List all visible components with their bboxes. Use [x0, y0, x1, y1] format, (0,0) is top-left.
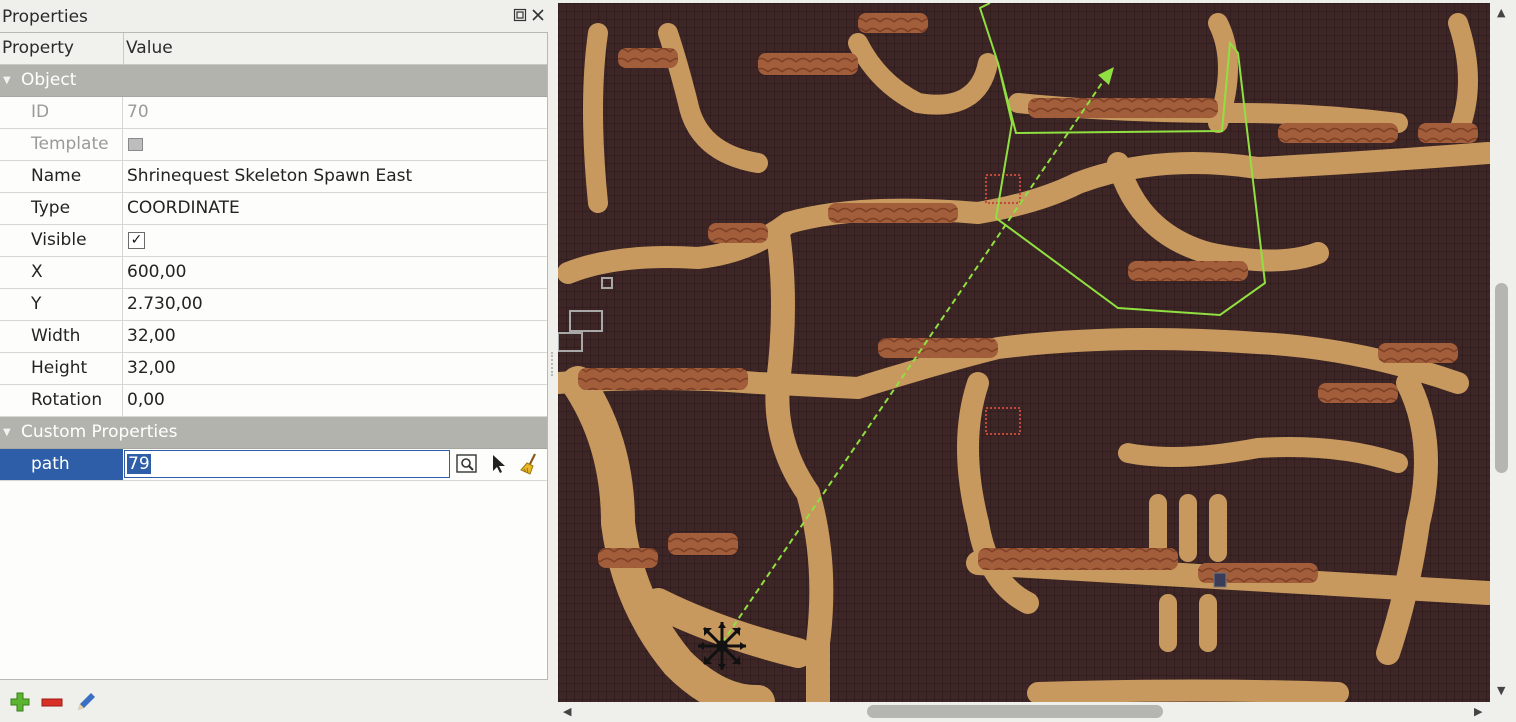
horizontal-scrollbar[interactable]: ◀ ▶ [558, 702, 1490, 722]
group-custom-properties[interactable]: ▼ Custom Properties [0, 417, 547, 449]
row-path[interactable]: path 79 [0, 449, 547, 481]
row-name[interactable]: Name Shrinequest Skeleton Spawn East [0, 161, 547, 193]
group-label: Custom Properties [21, 422, 178, 442]
row-visible[interactable]: Visible ✓ [0, 225, 547, 257]
scroll-left-icon[interactable]: ◀ [563, 706, 571, 718]
property-key: Height [0, 353, 123, 384]
template-icon[interactable] [128, 138, 143, 151]
row-x[interactable]: X 600,00 [0, 257, 547, 289]
add-property-icon[interactable] [8, 691, 32, 713]
close-icon[interactable] [531, 8, 545, 22]
scroll-up-icon[interactable]: ▲ [1497, 7, 1505, 19]
property-key: Rotation [0, 385, 123, 416]
property-value: 70 [127, 102, 149, 122]
property-key: Width [0, 321, 123, 352]
horizontal-scroll-thumb[interactable] [867, 705, 1163, 718]
panel-splitter[interactable] [548, 0, 558, 722]
properties-panel: Properties Property Value ▼ Object ID 70… [0, 0, 548, 722]
header-value[interactable]: Value [124, 33, 173, 64]
visible-checkbox[interactable]: ✓ [128, 232, 145, 249]
table-header: Property Value [0, 33, 547, 65]
panel-title: Properties [2, 7, 88, 27]
object-reference-icon[interactable] [455, 452, 479, 476]
property-key: Name [0, 161, 123, 192]
property-key: Template [0, 129, 123, 160]
property-value[interactable]: 32,00 [124, 353, 547, 384]
property-key: Visible [0, 225, 123, 256]
property-value[interactable]: 2.730,00 [124, 289, 547, 320]
property-value[interactable]: COORDINATE [124, 193, 547, 224]
header-property[interactable]: Property [0, 33, 74, 64]
property-key: ID [0, 97, 123, 128]
arrow-head-icon [1098, 67, 1114, 85]
property-value[interactable]: 32,00 [124, 321, 547, 352]
property-value[interactable]: 0,00 [124, 385, 547, 416]
row-type[interactable]: Type COORDINATE [0, 193, 547, 225]
property-toolbar [0, 682, 548, 722]
row-rotation[interactable]: Rotation 0,00 [0, 385, 547, 417]
vertical-scroll-thumb[interactable] [1495, 283, 1508, 473]
row-y[interactable]: Y 2.730,00 [0, 289, 547, 321]
collapse-arrow-icon[interactable]: ▼ [3, 417, 11, 448]
remove-property-icon[interactable] [40, 691, 64, 713]
row-id[interactable]: ID 70 [0, 97, 547, 129]
rename-property-icon[interactable] [74, 691, 98, 713]
scroll-right-icon[interactable]: ▶ [1474, 706, 1482, 718]
tilemap-drawing [558, 3, 1490, 702]
property-key: Y [0, 289, 123, 320]
path-input[interactable]: 79 [124, 450, 450, 478]
row-template[interactable]: Template [0, 129, 547, 161]
property-value[interactable]: 600,00 [124, 257, 547, 288]
collapse-arrow-icon[interactable]: ▼ [3, 65, 11, 96]
property-key: X [0, 257, 123, 288]
property-table: Property Value ▼ Object ID 70 Template N… [0, 32, 548, 680]
group-object[interactable]: ▼ Object [0, 65, 547, 97]
row-width[interactable]: Width 32,00 [0, 321, 547, 353]
map-canvas[interactable] [558, 3, 1490, 702]
property-key: path [0, 449, 123, 480]
vertical-scrollbar[interactable]: ▲ ▼ [1490, 3, 1516, 702]
float-icon[interactable] [513, 8, 527, 22]
path-value: 79 [127, 454, 151, 474]
scroll-down-icon[interactable]: ▼ [1497, 685, 1505, 697]
row-height[interactable]: Height 32,00 [0, 353, 547, 385]
move-handle-icon[interactable] [698, 622, 746, 670]
property-value[interactable]: Shrinequest Skeleton Spawn East [124, 161, 547, 192]
property-key: Type [0, 193, 123, 224]
group-label: Object [21, 70, 77, 90]
pick-object-icon[interactable] [487, 452, 511, 476]
clear-broom-icon[interactable] [518, 452, 542, 476]
